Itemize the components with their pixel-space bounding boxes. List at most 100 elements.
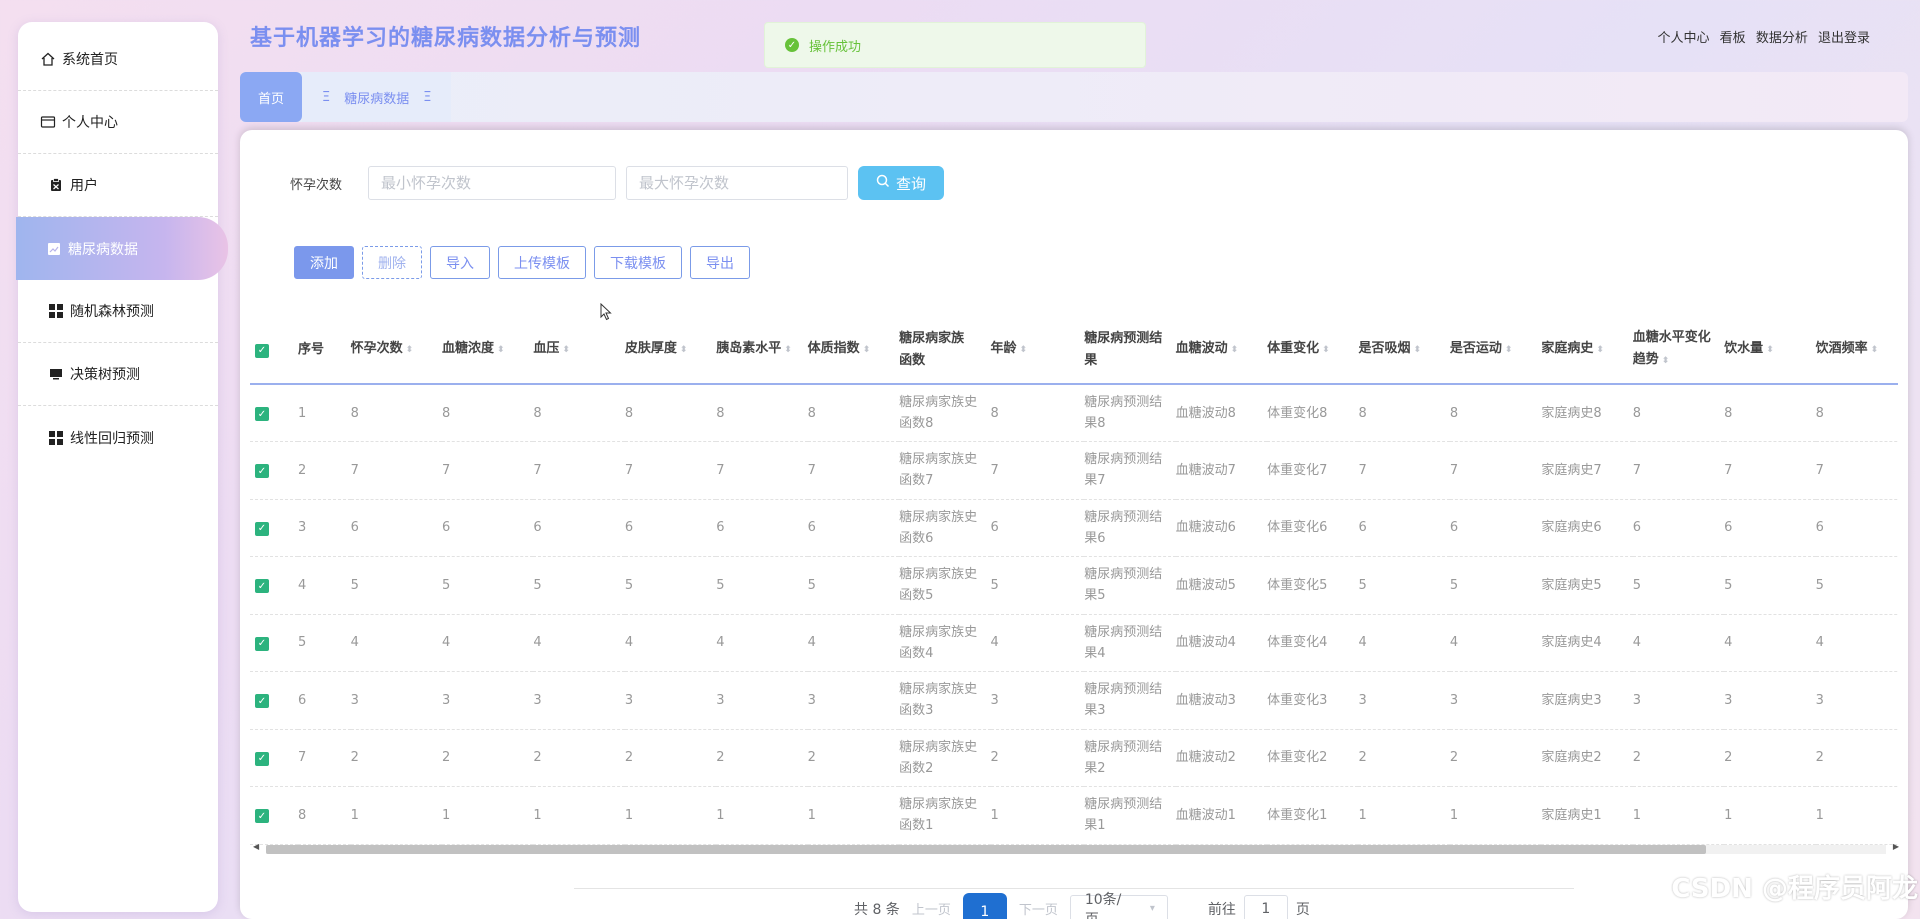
sort-icon[interactable]: ⬍ — [406, 345, 414, 355]
upload-template-button[interactable]: 上传模板 — [498, 246, 586, 279]
download-template-button[interactable]: 下载模板 — [594, 246, 682, 279]
column-header[interactable]: 血压 ⬍ — [533, 316, 625, 385]
sidebar-item-linear-regression[interactable]: 线性回归预测 — [18, 406, 218, 469]
table-cell: 糖尿病家族史函数4 — [899, 614, 991, 672]
sidebar-item-label: 随机森林预测 — [70, 304, 154, 320]
column-header[interactable]: 体重变化 ⬍ — [1267, 316, 1359, 385]
row-checkbox[interactable]: ✓ — [250, 441, 298, 500]
sidebar-item-decision-tree[interactable]: 决策树预测 — [18, 343, 218, 406]
column-header[interactable]: 家庭病史 ⬍ — [1541, 316, 1633, 385]
sort-icon[interactable]: ⬍ — [1231, 345, 1239, 355]
column-header[interactable]: 年龄 ⬍ — [990, 316, 1085, 385]
page-number-current[interactable]: 1 — [962, 892, 1007, 919]
import-button[interactable]: 导入 — [430, 246, 490, 279]
link-data-analysis[interactable]: 数据分析 — [1756, 31, 1808, 46]
table-row: ✓ 1 8 8 8 8 8 8 糖尿病家族史函数8 8 糖尿病预测结果8 血糖波动8 体重变化8 8 8 家庭… — [250, 384, 1898, 442]
table-cell: 5 — [1632, 556, 1725, 615]
sidebar-item-label: 用户 — [70, 178, 98, 194]
table-cell: 糖尿病家族史函数3 — [899, 671, 991, 730]
sidebar-item-users[interactable]: 用户 — [18, 154, 218, 217]
row-checkbox[interactable]: ✓ — [250, 786, 298, 845]
sort-icon[interactable]: ⬍ — [1662, 356, 1670, 366]
table-cell: 4 — [350, 614, 442, 672]
table-cell: 7 — [533, 441, 625, 500]
column-header[interactable]: 皮肤厚度 ⬍ — [624, 316, 717, 385]
column-header[interactable]: 怀孕次数 ⬍ — [350, 316, 442, 385]
row-checkbox[interactable]: ✓ — [250, 556, 298, 615]
sort-icon[interactable]: ⬍ — [863, 345, 871, 355]
scroll-thumb[interactable] — [266, 845, 1706, 854]
link-dashboard[interactable]: 看板 — [1720, 31, 1746, 46]
column-header[interactable]: 体质指数 ⬍ — [807, 316, 900, 385]
row-checkbox[interactable]: ✓ — [250, 499, 298, 557]
column-header[interactable]: 血糖浓度 ⬍ — [441, 316, 534, 385]
action-buttons: 添加 删除 导入 上传模板 下载模板 导出 — [294, 246, 758, 279]
sidebar-item-home[interactable]: 系统首页 — [18, 28, 218, 91]
row-checkbox[interactable]: ✓ — [250, 384, 298, 442]
scroll-left-icon[interactable]: ◀ — [253, 842, 259, 851]
table-cell: 家庭病史5 — [1541, 556, 1633, 615]
add-button[interactable]: 添加 — [294, 246, 354, 279]
page-size-select[interactable]: 10条/页 ▾ — [1069, 892, 1168, 919]
row-checkbox[interactable]: ✓ — [250, 729, 298, 787]
min-pregnancy-input[interactable] — [368, 166, 617, 200]
tab-diabetes-data[interactable]: Ξ 糖尿病数据 Ξ — [302, 72, 452, 122]
table-cell: 1 — [990, 786, 1085, 845]
sort-icon[interactable]: ⬍ — [1322, 345, 1330, 355]
table-cell: 8 — [1815, 384, 1898, 442]
sidebar-item-profile[interactable]: 个人中心 — [18, 91, 218, 154]
sidebar-item-random-forest[interactable]: 随机森林预测 — [18, 280, 218, 343]
horizontal-scrollbar[interactable]: ◀ ▶ — [250, 842, 1902, 856]
sort-icon[interactable]: ⬍ — [784, 345, 792, 355]
column-header[interactable]: 血糖水平变化 趋势 ⬍ — [1632, 316, 1725, 385]
tab-menu-icon[interactable]: Ξ — [423, 90, 431, 105]
sidebar-item-diabetes-data[interactable]: 糖尿病数据 — [16, 217, 228, 280]
table-cell: 1 — [1449, 786, 1542, 845]
export-button[interactable]: 导出 — [690, 246, 750, 279]
sort-icon[interactable]: ⬍ — [1766, 345, 1774, 355]
column-header[interactable]: 胰岛素水平 ⬍ — [716, 316, 808, 385]
max-pregnancy-input[interactable] — [626, 166, 849, 200]
sidebar-item-label: 糖尿病数据 — [68, 241, 138, 258]
column-header[interactable]: 血糖波动 ⬍ — [1175, 316, 1268, 385]
table-cell: 4 — [990, 614, 1085, 672]
sort-icon[interactable]: ⬍ — [1871, 345, 1879, 355]
table-cell: 2 — [716, 729, 808, 787]
table-cell: 7 — [1815, 441, 1898, 500]
select-all-checkbox[interactable]: ✓ — [250, 316, 298, 385]
table-cell: 糖尿病家族史函数1 — [899, 786, 991, 845]
sort-icon[interactable]: ⬍ — [1596, 345, 1604, 355]
row-checkbox[interactable]: ✓ — [250, 671, 298, 730]
table-cell: 1 — [1632, 786, 1725, 845]
table-row: ✓ 7 2 2 2 2 2 2 糖尿病家族史函数2 2 糖尿病预测结果2 血糖波动2 体重变化2 2 2 家庭… — [250, 729, 1898, 787]
link-logout[interactable]: 退出登录 — [1818, 31, 1870, 46]
link-profile[interactable]: 个人中心 — [1658, 31, 1710, 46]
query-button[interactable]: 查询 — [858, 166, 945, 200]
goto-page-input[interactable]: 1 — [1243, 894, 1288, 919]
next-page-button[interactable]: 下一页 — [1019, 899, 1058, 918]
prev-page-button[interactable]: 上一页 — [912, 899, 951, 918]
table-cell: 8 — [533, 384, 625, 442]
page-unit-label: 页 — [1295, 901, 1310, 918]
scroll-right-icon[interactable]: ▶ — [1893, 842, 1899, 851]
table-cell: 8 — [807, 384, 900, 442]
column-header[interactable]: 饮酒频率 ⬍ — [1815, 316, 1898, 385]
sort-icon[interactable]: ⬍ — [1414, 345, 1422, 355]
chevron-down-icon: ▾ — [1149, 903, 1155, 914]
column-header[interactable]: 是否运动 ⬍ — [1449, 316, 1542, 385]
table-cell: 家庭病史1 — [1541, 786, 1633, 845]
row-checkbox[interactable]: ✓ — [250, 614, 298, 672]
app-title: 基于机器学习的糖尿病数据分析与预测 — [250, 26, 642, 51]
sort-icon[interactable]: ⬍ — [497, 345, 505, 355]
delete-button[interactable]: 删除 — [362, 246, 422, 279]
table-cell: 7 — [990, 441, 1085, 500]
sort-icon[interactable]: ⬍ — [562, 345, 570, 355]
sort-icon[interactable]: ⬍ — [1020, 345, 1028, 355]
table-cell: 糖尿病预测结果3 — [1084, 671, 1176, 730]
sort-icon[interactable]: ⬍ — [680, 345, 688, 355]
tab-home[interactable]: 首页 — [240, 72, 303, 122]
column-header[interactable]: 是否吸烟 ⬍ — [1358, 316, 1450, 385]
column-header[interactable]: 饮水量 ⬍ — [1724, 316, 1816, 385]
table-cell: 2 — [533, 729, 625, 787]
sort-icon[interactable]: ⬍ — [1505, 345, 1513, 355]
